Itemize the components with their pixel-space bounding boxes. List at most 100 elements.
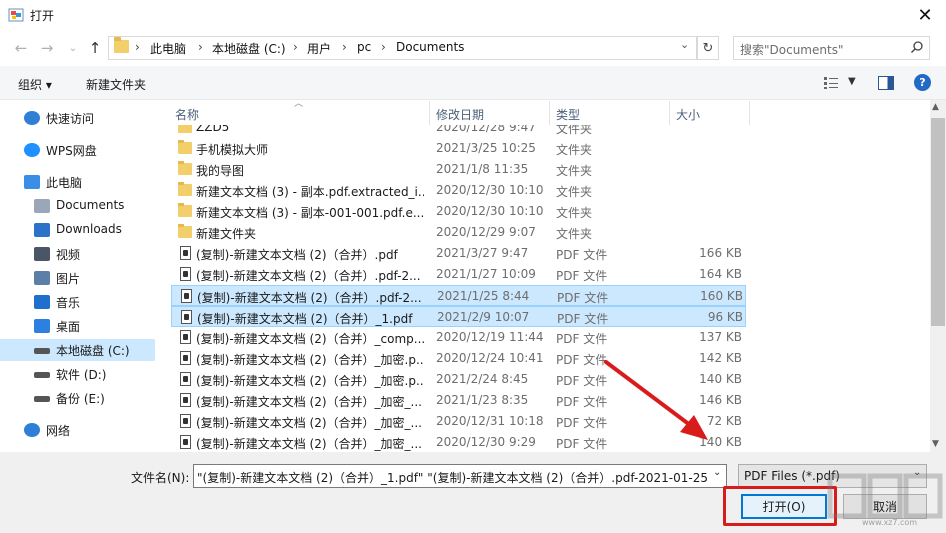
close-button[interactable]: ✕ (904, 0, 946, 31)
arrow-right-icon: → (40, 39, 54, 57)
file-row[interactable]: 新建文本文档 (3) - 副本.pdf.extracted_i... 2020/1… (171, 180, 746, 201)
file-type: PDF 文件 (556, 332, 608, 346)
recent-dropdown-button[interactable]: ⌄ (62, 38, 84, 58)
video-icon (34, 247, 50, 261)
file-row[interactable]: 新建文件夹 2020/12/29 9:07 文件夹 (171, 222, 746, 243)
column-size[interactable]: 大小 (676, 106, 700, 123)
sidebar-item[interactable]: 视频 (0, 243, 155, 265)
scroll-up-icon[interactable]: ▲ (932, 102, 939, 112)
file-row[interactable]: ZZD5 2020/12/28 9:47 文件夹 (171, 125, 746, 138)
scroll-down-icon[interactable]: ▼ (932, 439, 939, 449)
column-date[interactable]: 修改日期 (436, 106, 484, 123)
file-name: (复制)-新建文本文档 (2)（合并）_加密.p... (196, 353, 424, 367)
title-bar (0, 0, 946, 31)
sidebar-item[interactable]: 网络 (0, 419, 155, 441)
annotation-highlight-box (723, 486, 837, 526)
forward-button[interactable]: → (36, 38, 58, 58)
column-divider[interactable] (549, 101, 550, 125)
column-type[interactable]: 类型 (556, 106, 580, 123)
breadcrumb-item[interactable]: 用户 (307, 40, 331, 57)
file-date: 2021/2/24 8:45 (436, 372, 529, 386)
new-folder-button[interactable]: 新建文件夹 (86, 76, 146, 93)
sidebar-item[interactable]: Downloads (0, 219, 155, 241)
sidebar-item-label: 视频 (56, 248, 81, 262)
sidebar-item-label: 桌面 (56, 320, 81, 334)
file-date: 2021/2/9 10:07 (437, 310, 530, 324)
column-divider[interactable] (429, 101, 430, 125)
sidebar-item[interactable]: 此电脑 (0, 171, 155, 193)
column-divider[interactable] (749, 101, 750, 125)
chevron-down-icon[interactable]: ⌄ (713, 467, 721, 478)
file-date: 2021/1/25 8:44 (437, 289, 530, 303)
column-name[interactable]: 名称 (175, 106, 199, 123)
file-type: 文件夹 (556, 206, 593, 220)
desktop-icon (34, 319, 50, 333)
file-row[interactable]: (复制)-新建文本文档 (2)（合并）_加密_... 2020/12/31 10:… (171, 411, 746, 432)
up-button[interactable]: ↑ (84, 38, 106, 58)
sidebar-item[interactable]: 桌面 (0, 315, 155, 337)
file-row[interactable]: (复制)-新建文本文档 (2)（合并）_comp... 2020/12/19 11… (171, 327, 746, 348)
view-dropdown-icon[interactable]: ▼ (848, 76, 856, 87)
search-icon (911, 41, 923, 53)
file-row[interactable]: (复制)-新建文本文档 (2)（合并）.pdf 2021/3/27 9:47 PDF… (171, 243, 746, 264)
file-date: 2020/12/19 11:44 (436, 330, 544, 344)
sidebar-item[interactable]: 本地磁盘 (C:) (0, 339, 155, 361)
sidebar-item[interactable]: WPS网盘 (0, 139, 155, 161)
file-row[interactable]: 新建文本文档 (3) - 副本-001-001.pdf.e... 2020/12/… (171, 201, 746, 222)
cloud-icon (24, 143, 40, 157)
file-row[interactable]: (复制)-新建文本文档 (2)（合并）_加密_... 2020/12/30 9:2… (171, 432, 746, 452)
help-icon[interactable]: ? (914, 74, 931, 91)
view-details-icon[interactable] (823, 76, 839, 90)
file-row[interactable]: (复制)-新建文本文档 (2)（合并）.pdf-2... 2021/1/25 8:… (171, 285, 746, 306)
organize-button[interactable]: 组织 ▾ (18, 76, 52, 93)
sidebar-item[interactable]: 备份 (E:) (0, 387, 155, 409)
chevron-down-icon[interactable]: ⌄ (680, 38, 689, 51)
file-date: 2020/12/28 9:47 (436, 125, 536, 134)
file-date: 2020/12/31 10:18 (436, 414, 544, 428)
file-name: 新建文本文档 (3) - 副本-001-001.pdf.e... (196, 206, 424, 220)
sidebar-item[interactable]: 音乐 (0, 291, 155, 313)
file-row[interactable]: 手机模拟大师 2021/3/25 10:25 文件夹 (171, 138, 746, 159)
close-icon: ✕ (917, 5, 933, 26)
scrollbar-thumb[interactable] (931, 118, 945, 326)
file-date: 2020/12/24 10:41 (436, 351, 544, 365)
file-date: 2021/3/27 9:47 (436, 246, 529, 260)
breadcrumb-item[interactable]: pc (357, 40, 371, 54)
sidebar-item[interactable]: 快速访问 (0, 107, 155, 129)
file-row[interactable]: (复制)-新建文本文档 (2)（合并）.pdf-2... 2021/1/27 10… (171, 264, 746, 285)
sidebar-item[interactable]: Documents (0, 195, 155, 217)
file-name: ZZD5 (196, 125, 230, 134)
file-row[interactable]: (复制)-新建文本文档 (2)（合并）_加密.p... 2021/2/24 8:4… (171, 369, 746, 390)
preview-pane-icon[interactable] (878, 76, 894, 90)
sidebar-item[interactable]: 图片 (0, 267, 155, 289)
sidebar-item-label: 快速访问 (46, 112, 95, 126)
file-size: 160 KB (700, 289, 743, 303)
breadcrumb-item[interactable]: 本地磁盘 (C:) (212, 40, 286, 57)
file-size: 140 KB (699, 372, 742, 386)
sidebar-item-label: 软件 (D:) (56, 368, 107, 382)
file-type: PDF 文件 (557, 291, 609, 305)
filename-label: 文件名(N): (131, 471, 190, 485)
file-row[interactable]: (复制)-新建文本文档 (2)（合并）_加密.p... 2020/12/24 10… (171, 348, 746, 369)
file-type: 文件夹 (556, 185, 593, 199)
picture-icon (34, 271, 50, 285)
file-size: 137 KB (699, 330, 742, 344)
arrow-left-icon: ← (14, 39, 28, 57)
sidebar-item[interactable]: 软件 (D:) (0, 363, 155, 385)
breadcrumb-item[interactable]: 此电脑 (150, 40, 186, 57)
file-row[interactable]: (复制)-新建文本文档 (2)（合并）_加密_... 2021/1/23 8:35… (171, 390, 746, 411)
breadcrumb-separator: › (381, 40, 386, 54)
back-button[interactable]: ← (10, 38, 32, 58)
file-row[interactable]: 我的导图 2021/1/8 11:35 文件夹 (171, 159, 746, 180)
file-name: (复制)-新建文本文档 (2)（合并）_加密.p... (196, 374, 424, 388)
breadcrumb-item[interactable]: Documents (396, 40, 464, 54)
window-title: 打开 (30, 9, 55, 23)
file-date: 2020/12/30 9:29 (436, 435, 536, 449)
file-size: 146 KB (699, 393, 742, 407)
column-divider[interactable] (669, 101, 670, 125)
pdf-file-icon (180, 330, 191, 344)
refresh-button[interactable]: ↻ (697, 36, 719, 60)
file-date: 2020/12/29 9:07 (436, 225, 536, 239)
file-row[interactable]: (复制)-新建文本文档 (2)（合并）_1.pdf 2021/2/9 10:07 P… (171, 306, 746, 327)
drive-icon (34, 372, 50, 378)
